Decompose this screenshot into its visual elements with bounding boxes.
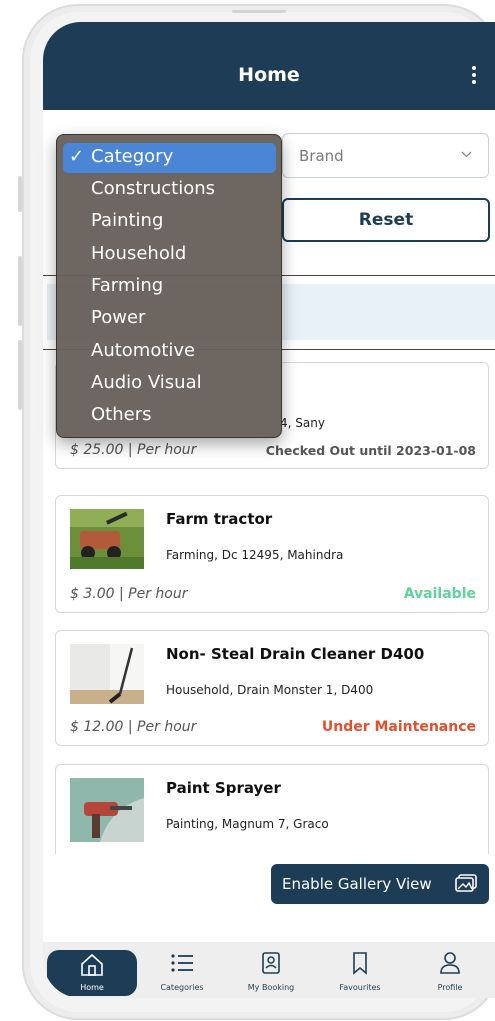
brand-select[interactable]: Brand — [282, 133, 489, 178]
equipment-details: Painting, Magnum 7, Graco — [166, 817, 329, 831]
category-option-audio-visual[interactable]: Audio Visual — [63, 369, 276, 399]
equipment-card[interactable]: Farm tractor Farming, Dc 12495, Mahindra… — [55, 495, 489, 613]
page-title: Home — [238, 64, 300, 86]
nav-home[interactable]: Home — [47, 950, 137, 996]
equipment-title: Paint Sprayer — [166, 779, 281, 797]
profile-icon — [440, 952, 460, 974]
nav-profile[interactable]: Profile — [415, 948, 485, 996]
list-icon — [171, 954, 193, 972]
equipment-thumbnail — [70, 644, 144, 704]
status-badge: Available — [403, 586, 476, 602]
mute-switch — [18, 176, 22, 212]
more-options-icon[interactable] — [471, 66, 477, 88]
nav-categories-label: Categories — [160, 983, 204, 992]
equipment-price: $ 3.00 | Per hour — [70, 586, 188, 602]
status-badge: Under Maintenance — [321, 719, 476, 735]
gallery-button-label: Enable Gallery View — [282, 875, 432, 893]
reset-button[interactable]: Reset — [282, 198, 490, 242]
equipment-price: $ 25.00 | Per hour — [70, 442, 197, 458]
nav-profile-label: Profile — [437, 983, 463, 992]
nav-favourites-label: Favourites — [339, 983, 381, 992]
enable-gallery-view-button[interactable]: Enable Gallery View — [271, 864, 489, 904]
brand-select-label: Brand — [299, 147, 344, 165]
equipment-title: Non- Steal Drain Cleaner D400 — [166, 645, 425, 663]
equipment-thumbnail — [70, 509, 144, 569]
status-badge: Checked Out until 2023-01-08 — [265, 443, 476, 458]
equipment-title: Farm tractor — [166, 510, 273, 528]
volume-up-button — [18, 256, 22, 326]
notch-indicator — [232, 10, 286, 13]
equipment-card[interactable]: Non- Steal Drain Cleaner D400 Household,… — [55, 630, 489, 746]
category-option-farming[interactable]: Farming — [63, 272, 276, 302]
nav-my-booking[interactable]: My Booking — [236, 948, 306, 996]
equipment-details: 4, Sany — [280, 416, 325, 430]
bottom-navigation: Home Categories My Booking Favourites Pr… — [43, 942, 495, 998]
gallery-icon — [455, 874, 477, 892]
category-option-power[interactable]: Power — [63, 304, 276, 334]
category-option-painting[interactable]: Painting — [63, 207, 276, 237]
volume-down-button — [18, 340, 22, 410]
category-option-others[interactable]: Others — [63, 401, 276, 431]
equipment-details: Household, Drain Monster 1, D400 — [166, 683, 374, 697]
category-option-constructions[interactable]: Constructions — [63, 175, 276, 205]
equipment-card[interactable]: Paint Sprayer Painting, Magnum 7, Graco — [55, 764, 489, 854]
category-dropdown[interactable]: ✓ Category Constructions Painting Househ… — [56, 134, 282, 438]
category-option-automotive[interactable]: Automotive — [63, 337, 276, 367]
checkmark-icon: ✓ — [69, 146, 85, 167]
equipment-thumbnail — [70, 778, 144, 842]
home-icon — [81, 953, 103, 976]
booking-icon — [262, 952, 280, 974]
app-header: Home — [43, 22, 495, 110]
equipment-details: Farming, Dc 12495, Mahindra — [166, 548, 344, 562]
chevron-down-icon — [461, 148, 472, 161]
bookmark-icon — [353, 952, 367, 975]
nav-categories[interactable]: Categories — [147, 948, 217, 996]
nav-home-label: Home — [80, 983, 104, 992]
category-option-category[interactable]: ✓ Category — [63, 143, 276, 173]
nav-my-booking-label: My Booking — [247, 983, 295, 992]
nav-favourites[interactable]: Favourites — [325, 948, 395, 996]
category-option-household[interactable]: Household — [63, 240, 276, 270]
equipment-price: $ 12.00 | Per hour — [70, 719, 197, 735]
